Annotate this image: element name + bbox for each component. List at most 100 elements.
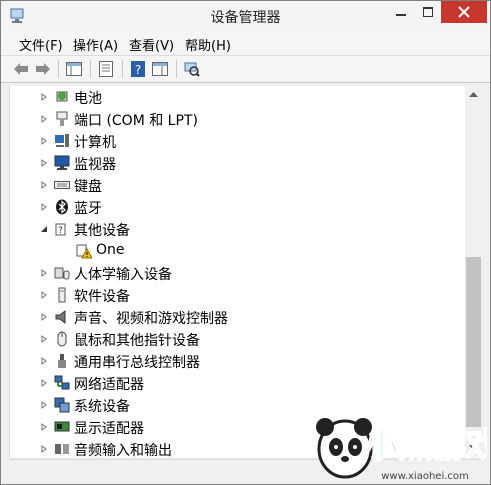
- maximize-icon: [423, 7, 433, 17]
- unknown-device-icon: ?: [55, 223, 66, 236]
- network-icon: [54, 375, 70, 390]
- title-bar[interactable]: 设备管理器: [1, 1, 490, 31]
- tree-item-label: 网络适配器: [74, 377, 144, 393]
- tree-item[interactable]: 软件设备: [10, 284, 466, 306]
- expand-triangle-icon[interactable]: [40, 159, 48, 167]
- expand-triangle-icon[interactable]: [40, 203, 48, 211]
- expand-triangle-icon[interactable]: [40, 357, 48, 365]
- tree-item-label: 显示适配器: [74, 421, 144, 437]
- tree-item-label: 系统设备: [74, 399, 130, 415]
- tree-item[interactable]: 监视器: [10, 152, 466, 174]
- tree-item[interactable]: 鼠标和其他指针设备: [10, 328, 466, 350]
- tree-item[interactable]: 电池: [10, 86, 466, 108]
- tree-item[interactable]: One: [10, 240, 466, 262]
- menu-help[interactable]: 帮助(H): [185, 35, 231, 54]
- battery-icon: [56, 91, 68, 102]
- scroll-thumb[interactable]: [466, 257, 481, 427]
- show-hide-console-tree-button[interactable]: [64, 59, 84, 79]
- tree-item-label: 电池: [74, 91, 102, 107]
- toolbar-separator: [90, 60, 91, 78]
- tree-item[interactable]: 声音、视频和游戏控制器: [10, 306, 466, 328]
- toolbar-separator: [58, 60, 59, 78]
- tree-item[interactable]: 计算机: [10, 130, 466, 152]
- expand-triangle-icon[interactable]: [40, 313, 48, 321]
- action-pane-icon: [152, 62, 168, 76]
- close-button[interactable]: [441, 1, 487, 23]
- properties-icon: [99, 61, 113, 77]
- tree-item[interactable]: 人体学输入设备: [10, 262, 466, 284]
- vertical-scrollbar[interactable]: [465, 86, 482, 457]
- svg-text:?: ?: [135, 63, 141, 77]
- expand-triangle-icon[interactable]: [40, 115, 48, 123]
- properties-button[interactable]: [96, 59, 116, 79]
- expand-triangle-icon[interactable]: [40, 93, 48, 101]
- tree-item-label: 软件设备: [74, 289, 130, 305]
- tree-item[interactable]: 端口 (COM 和 LPT): [10, 108, 466, 130]
- xiaohei-watermark-logo: 小黑游戏 www.xiaohei.com: [316, 418, 487, 482]
- expand-triangle-icon[interactable]: [40, 423, 48, 431]
- minimize-icon: [396, 14, 406, 16]
- expand-triangle-icon[interactable]: [40, 291, 48, 299]
- toolbar-separator: [176, 60, 177, 78]
- display-adapter-icon: [54, 421, 70, 432]
- tree-item-label: 端口 (COM 和 LPT): [74, 113, 198, 129]
- tree-item[interactable]: 通用串行总线控制器: [10, 350, 466, 372]
- expand-triangle-icon[interactable]: [40, 379, 48, 387]
- help-icon: ?: [131, 61, 145, 77]
- scan-hardware-button[interactable]: [182, 59, 202, 79]
- tree-item-label: 监视器: [74, 157, 116, 173]
- forward-button[interactable]: [33, 59, 53, 79]
- expand-triangle-icon[interactable]: [40, 401, 48, 409]
- software-device-icon: [58, 287, 66, 303]
- usb-icon: [58, 354, 66, 368]
- watermark-brand: 小黑游戏: [364, 426, 487, 466]
- toolbar: ?: [1, 56, 490, 83]
- forward-arrow-icon: [36, 63, 50, 75]
- keyboard-icon: [54, 181, 70, 189]
- menu-view[interactable]: 查看(V): [129, 35, 174, 54]
- back-arrow-icon: [14, 63, 28, 75]
- menu-action[interactable]: 操作(A): [73, 35, 118, 54]
- computer-icon: [55, 134, 69, 147]
- svg-text:?: ?: [58, 226, 63, 236]
- tree-item[interactable]: 键盘: [10, 174, 466, 196]
- tree-item-label: 人体学输入设备: [74, 267, 172, 283]
- back-button[interactable]: [11, 59, 31, 79]
- scroll-up-icon[interactable]: [469, 90, 478, 99]
- mouse-icon: [57, 331, 67, 347]
- tree-item[interactable]: 网络适配器: [10, 372, 466, 394]
- tree-item[interactable]: ? 其他设备: [10, 218, 466, 240]
- tree-item-label: 鼠标和其他指针设备: [74, 333, 200, 349]
- console-tree-icon: [66, 62, 82, 76]
- device-tree[interactable]: 电池端口 (COM 和 LPT) 计算机监视器键盘蓝牙? 其他设备 One 人体学输入设…: [9, 86, 466, 457]
- tree-item-label: 通用串行总线控制器: [74, 355, 200, 371]
- menu-file[interactable]: 文件(F): [19, 35, 63, 54]
- hid-icon: [54, 267, 70, 280]
- tree-item-label: 声音、视频和游戏控制器: [74, 311, 228, 327]
- help-button[interactable]: ?: [128, 59, 148, 79]
- action-pane-button[interactable]: [150, 59, 170, 79]
- tree-item[interactable]: 蓝牙: [10, 196, 466, 218]
- warning-device-icon: [76, 244, 92, 259]
- tree-item-label: 音频输入和输出: [74, 443, 172, 457]
- tree-item-label: One: [96, 242, 125, 258]
- tree-item-label: 蓝牙: [74, 201, 102, 217]
- minimize-button[interactable]: [387, 1, 415, 23]
- system-device-icon: [54, 397, 70, 413]
- scan-hardware-icon: [184, 62, 200, 77]
- expand-triangle-icon[interactable]: [40, 181, 48, 189]
- watermark-url: www.xiaohei.com: [381, 471, 469, 482]
- collapse-triangle-icon[interactable]: [40, 225, 48, 233]
- tree-item-label: 计算机: [74, 135, 116, 151]
- bluetooth-icon: [56, 199, 68, 215]
- tree-item-label: 其他设备: [74, 223, 130, 239]
- tree-item-label: 键盘: [74, 179, 102, 195]
- speaker-icon: [55, 309, 66, 325]
- audio-io-icon: [55, 444, 69, 454]
- expand-triangle-icon[interactable]: [40, 445, 48, 453]
- expand-triangle-icon[interactable]: [40, 137, 48, 145]
- maximize-button[interactable]: [415, 1, 441, 23]
- expand-triangle-icon[interactable]: [40, 335, 48, 343]
- expand-triangle-icon[interactable]: [40, 269, 48, 277]
- port-icon: [56, 111, 68, 126]
